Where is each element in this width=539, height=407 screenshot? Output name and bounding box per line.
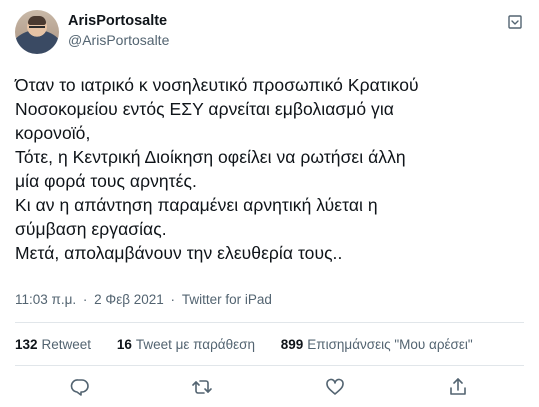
action-bar [0,376,539,400]
tweet-date[interactable]: 2 Φεβ 2021 [94,292,164,307]
display-name[interactable]: ArisPortosalte [68,13,167,29]
share-icon[interactable] [447,376,469,398]
tweet-line: μία φορά τους αρνητές. [15,171,197,191]
likes-count: 899 [280,337,304,352]
tweet-line: Μετά, απολαμβάνουν την ελευθερία τους.. [15,243,343,263]
retweets-stat[interactable]: 132 Retweet [15,337,95,352]
tweet-line: σύμβαση εργασίας. [15,219,167,239]
retweets-count: 132 [15,337,38,352]
tweet-line: Τότε, η Κεντρική Διοίκηση οφείλει να ρωτ… [15,147,406,167]
tweet-source[interactable]: Twitter for iPad [182,292,272,307]
avatar-hair [28,16,46,25]
tweet-time[interactable]: 11:03 π.μ. [15,292,76,307]
avatar[interactable] [15,10,59,54]
tweet-line: Κι αν η απάντηση παραμένει αρνητική λύετ… [15,195,378,215]
divider [15,322,524,323]
tweet-text: Όταν το ιατρικό κ νοσηλευτικό προσωπικό … [15,73,530,265]
like-icon[interactable] [324,376,346,398]
meta-separator: · [170,292,176,307]
tweet-line: Νοσοκομείου εντός ΕΣΥ αρνείται εμβολιασμ… [15,99,394,119]
likes-label: Επισημάνσεις "Μου αρέσει" [307,337,473,352]
meta-separator: · [82,292,88,307]
tweet-card: ArisPortosalte @ArisPortosalte Όταν το ι… [0,0,539,407]
retweet-icon[interactable] [191,376,213,398]
quotes-label: Tweet με παράθεση [135,337,255,352]
tweet-line: Όταν το ιατρικό κ νοσηλευτικό προσωπικό … [15,75,419,95]
tweet-meta: 11:03 π.μ. · 2 Φεβ 2021 · Twitter for iP… [15,292,275,307]
quotes-stat[interactable]: 16 Tweet με παράθεση [117,337,259,352]
divider [15,365,524,366]
quotes-count: 16 [116,337,132,352]
retweets-label: Retweet [41,337,92,352]
tweet-stats: 132 Retweet 16 Tweet με παράθεση 899 Επισημ… [15,337,495,352]
tweet-line: κορονοϊό, [15,123,91,143]
avatar-glasses [29,26,45,30]
reply-icon[interactable] [69,376,91,398]
likes-stat[interactable]: 899 Επισημάνσεις "Μου αρέσει" [281,337,473,352]
more-icon[interactable] [507,14,523,30]
user-handle[interactable]: @ArisPortosalte [68,32,169,48]
